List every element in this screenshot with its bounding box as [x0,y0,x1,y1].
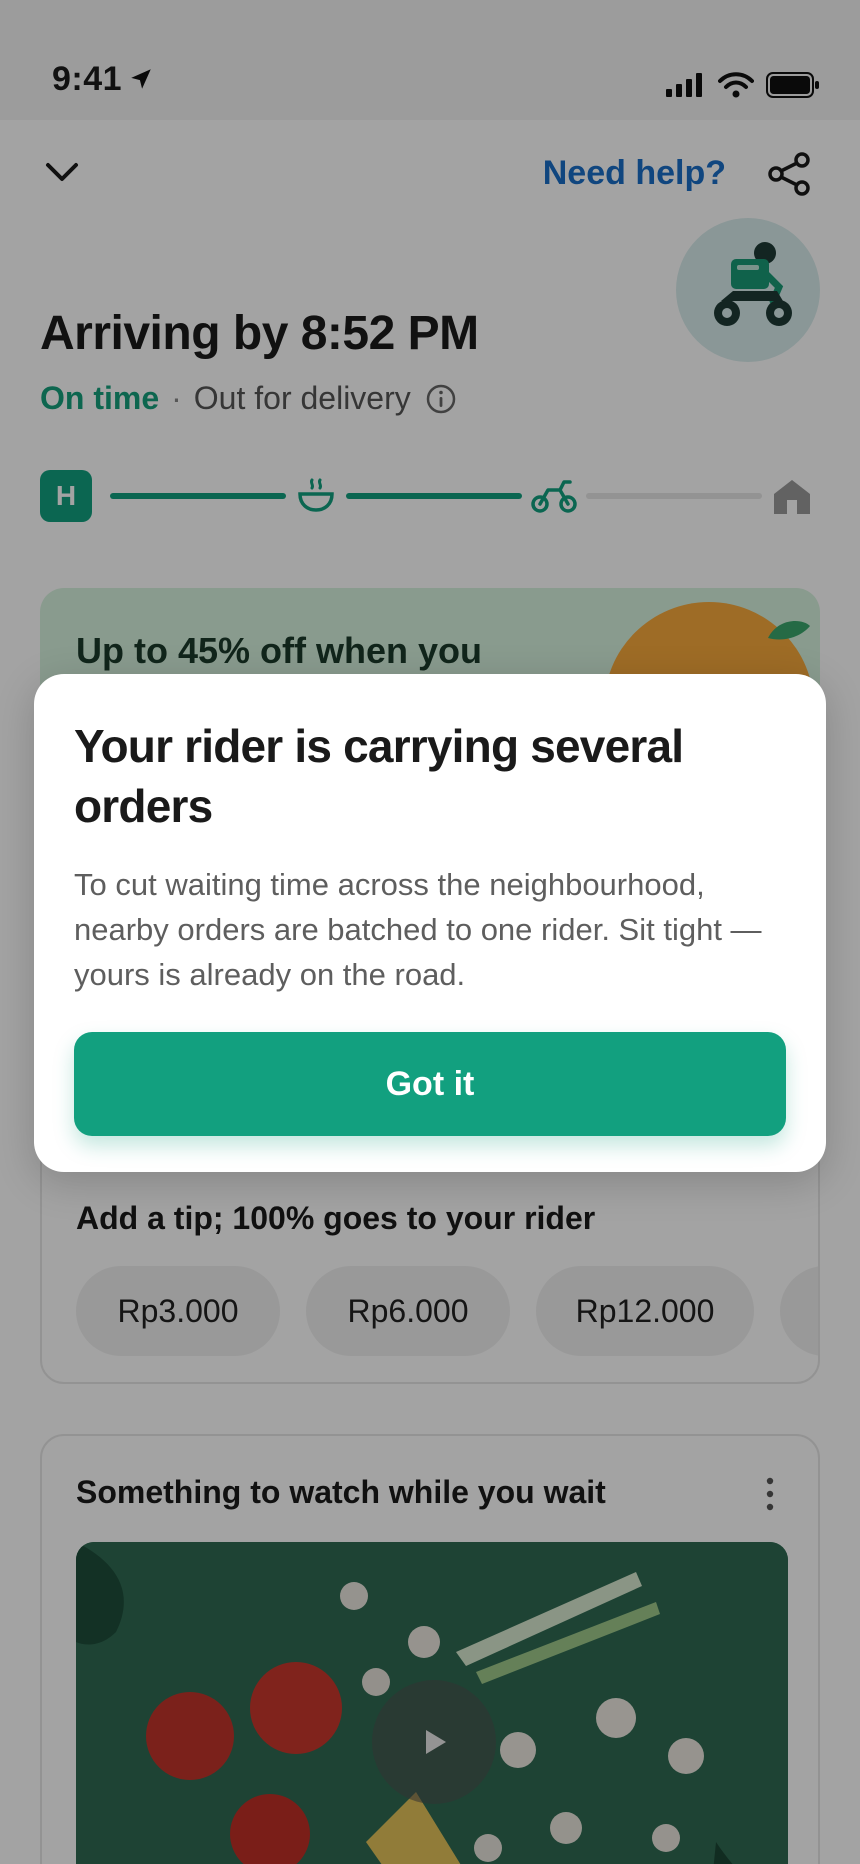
got-it-button[interactable]: Got it [74,1032,786,1136]
dialog-title: Your rider is carrying several orders [74,720,684,832]
dialog-body: To cut waiting time across the neighbour… [74,867,762,992]
order-tracking-screen: 9:41 Need help? Arriving by 8:52 PM On t… [0,0,860,1864]
batched-orders-dialog: Your rider is carrying several orders To… [34,674,826,1172]
